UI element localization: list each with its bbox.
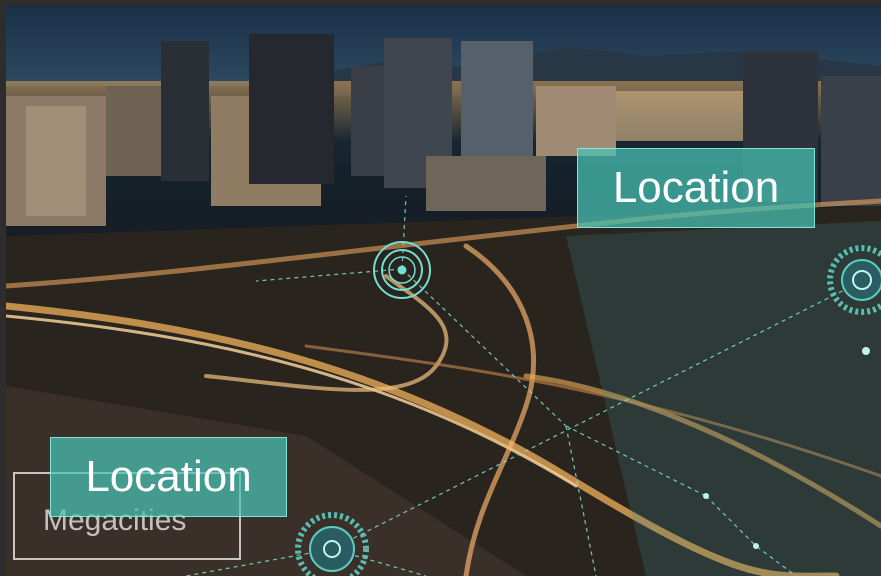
network-node-icon[interactable] <box>824 244 881 320</box>
city-night-photo: Location Megacities Location <box>6 6 881 576</box>
location-label-bottom-text: Location <box>85 452 252 501</box>
location-label-top-text: Location <box>612 163 780 212</box>
location-label-bottom: Location <box>50 437 287 517</box>
location-label-top: Location <box>577 148 815 228</box>
network-node-icon-bottom[interactable] <box>292 509 372 576</box>
location-pin-ring-icon[interactable] <box>370 238 434 302</box>
slide-frame: Location Megacities Location <box>0 0 881 576</box>
